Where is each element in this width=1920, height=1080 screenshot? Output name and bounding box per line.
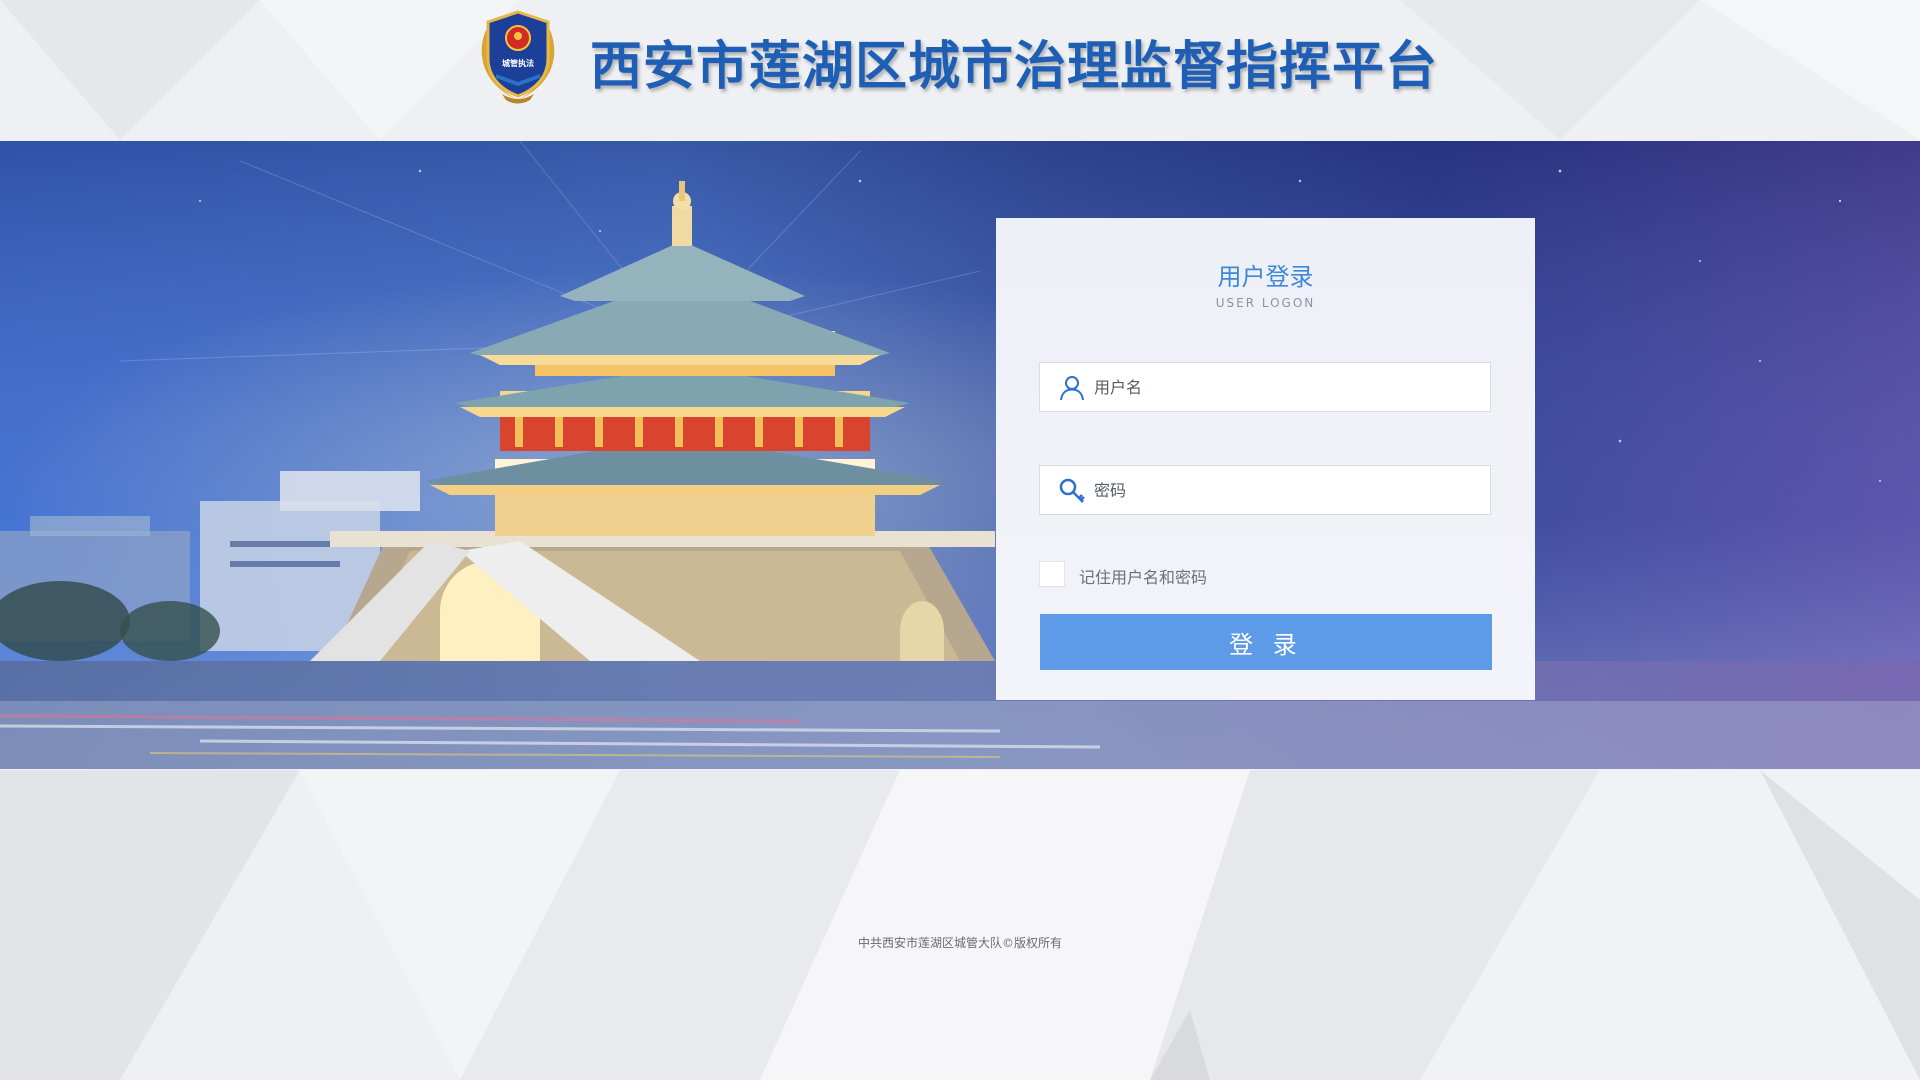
city-management-emblem-icon: 城管执法 — [481, 10, 555, 104]
site-title: 西安市莲湖区城市治理监督指挥平台 — [590, 37, 1439, 97]
svg-text:城管执法: 城管执法 — [502, 58, 534, 68]
login-title: 用户登录 — [1217, 263, 1314, 291]
password-field[interactable] — [1039, 465, 1491, 515]
login-panel: 用户登录 USER LOGON 记住用户名和密码 登 录 — [996, 218, 1535, 700]
footer-copyright: 中共西安市莲湖区城管大队©版权所有 — [857, 936, 1062, 950]
header: 城管执法 西安市莲湖区城市治理监督指挥平台 — [0, 0, 1920, 141]
login-subtitle: USER LOGON — [1215, 296, 1316, 310]
remember-checkbox[interactable] — [1039, 561, 1065, 587]
username-input[interactable] — [1094, 363, 1474, 411]
login-button[interactable]: 登 录 — [1040, 614, 1492, 670]
remember-label[interactable]: 记住用户名和密码 — [1079, 564, 1207, 588]
password-input[interactable] — [1094, 466, 1474, 514]
key-icon — [1059, 478, 1085, 503]
banner-image — [0, 141, 1920, 769]
username-field[interactable] — [1039, 362, 1491, 412]
user-icon — [1060, 376, 1084, 401]
